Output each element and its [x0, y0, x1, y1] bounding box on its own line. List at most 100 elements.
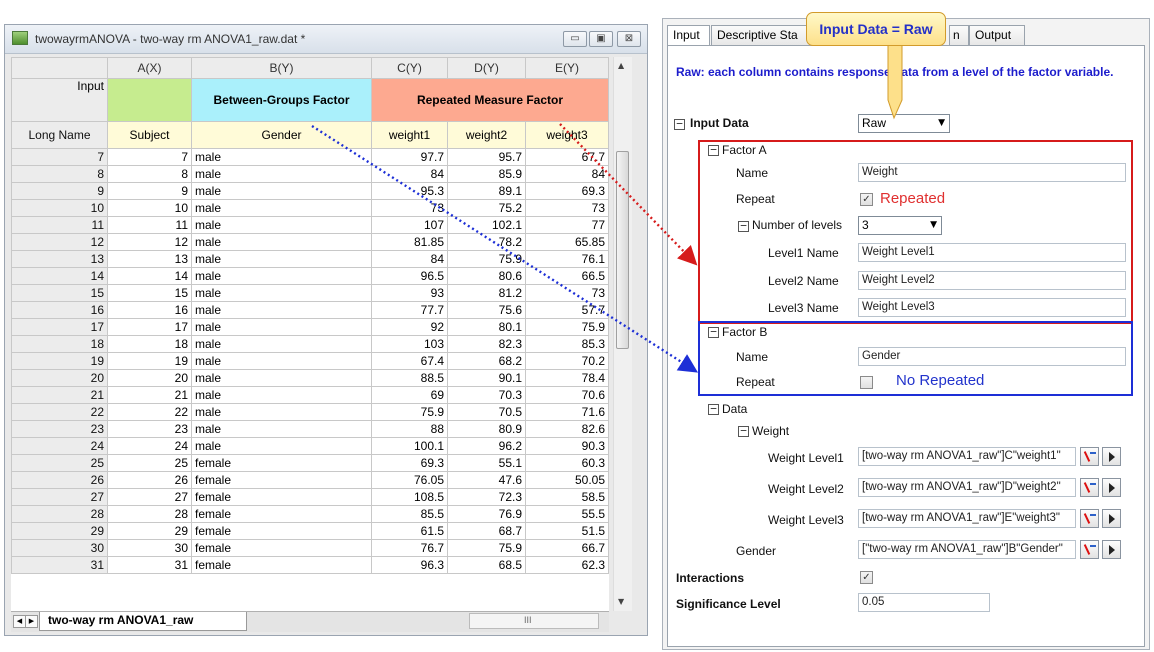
row-number[interactable]: 8: [11, 165, 108, 183]
weight1-cell[interactable]: 69.3: [371, 454, 448, 472]
row-number[interactable]: 30: [11, 539, 108, 557]
weight3-cell[interactable]: 67.7: [525, 148, 609, 166]
row-number[interactable]: 12: [11, 233, 108, 251]
row-number[interactable]: 29: [11, 522, 108, 540]
collapse-icon[interactable]: −: [674, 118, 685, 130]
weight3-cell[interactable]: 75.9: [525, 318, 609, 336]
subject-cell[interactable]: 28: [107, 505, 192, 523]
weight2-cell[interactable]: 80.6: [447, 267, 526, 285]
long-name-subject[interactable]: Subject: [107, 121, 192, 149]
row-number[interactable]: 24: [11, 437, 108, 455]
gender-cell[interactable]: male: [191, 250, 372, 268]
subject-cell[interactable]: 21: [107, 386, 192, 404]
gender-cell[interactable]: male: [191, 165, 372, 183]
collapse-icon[interactable]: −: [738, 220, 749, 232]
col-header-b[interactable]: B(Y): [191, 57, 372, 79]
subject-cell[interactable]: 7: [107, 148, 192, 166]
weight2-cell[interactable]: 95.7: [447, 148, 526, 166]
weight1-cell[interactable]: 96.3: [371, 556, 448, 574]
between-groups-factor-label[interactable]: Between-Groups Factor: [191, 78, 372, 122]
range-select-icon[interactable]: [1080, 478, 1099, 497]
subject-cell[interactable]: 11: [107, 216, 192, 234]
weight3-cell[interactable]: 70.2: [525, 352, 609, 370]
weight2-cell[interactable]: 80.1: [447, 318, 526, 336]
weight2-cell[interactable]: 80.9: [447, 420, 526, 438]
subject-cell[interactable]: 12: [107, 233, 192, 251]
scrollbar-thumb[interactable]: [616, 151, 629, 349]
level3-name-input[interactable]: Weight Level3: [858, 298, 1126, 317]
weight3-cell[interactable]: 73: [525, 199, 609, 217]
row-number[interactable]: 26: [11, 471, 108, 489]
subject-cell[interactable]: 17: [107, 318, 192, 336]
gender-cell[interactable]: female: [191, 522, 372, 540]
weight3-cell[interactable]: 65.85: [525, 233, 609, 251]
weight3-cell[interactable]: 62.3: [525, 556, 609, 574]
gender-cell[interactable]: female: [191, 488, 372, 506]
long-name-weight1[interactable]: weight1: [371, 121, 448, 149]
tab-input[interactable]: Input: [667, 25, 710, 46]
row-number[interactable]: 18: [11, 335, 108, 353]
weight3-cell[interactable]: 90.3: [525, 437, 609, 455]
weight1-cell[interactable]: 85.5: [371, 505, 448, 523]
factor-a-name-input[interactable]: Weight: [858, 163, 1126, 182]
weight2-cell[interactable]: 47.6: [447, 471, 526, 489]
gender-cell[interactable]: male: [191, 301, 372, 319]
row-number[interactable]: 28: [11, 505, 108, 523]
collapse-icon[interactable]: −: [708, 403, 719, 415]
row-number[interactable]: 21: [11, 386, 108, 404]
gender-cell[interactable]: male: [191, 182, 372, 200]
row-number[interactable]: 11: [11, 216, 108, 234]
col-header-a[interactable]: A(X): [107, 57, 192, 79]
weight3-cell[interactable]: 66.7: [525, 539, 609, 557]
weight3-cell[interactable]: 78.4: [525, 369, 609, 387]
range-input-level2[interactable]: [two-way rm ANOVA1_raw"]D"weight2": [858, 478, 1076, 497]
weight1-cell[interactable]: 75.9: [371, 403, 448, 421]
weight3-cell[interactable]: 82.6: [525, 420, 609, 438]
row-number[interactable]: 10: [11, 199, 108, 217]
minimize-button[interactable]: ▭: [563, 31, 587, 47]
row-number[interactable]: 13: [11, 250, 108, 268]
weight3-cell[interactable]: 71.6: [525, 403, 609, 421]
weight3-cell[interactable]: 73: [525, 284, 609, 302]
weight1-cell[interactable]: 81.85: [371, 233, 448, 251]
weight2-cell[interactable]: 75.9: [447, 539, 526, 557]
gender-cell[interactable]: male: [191, 352, 372, 370]
weight2-cell[interactable]: 75.2: [447, 199, 526, 217]
weight2-cell[interactable]: 96.2: [447, 437, 526, 455]
weight1-cell[interactable]: 69: [371, 386, 448, 404]
gender-cell[interactable]: female: [191, 454, 372, 472]
weight3-cell[interactable]: 51.5: [525, 522, 609, 540]
input-data-select[interactable]: Raw ▼: [858, 114, 950, 133]
weight1-cell[interactable]: 97.7: [371, 148, 448, 166]
weight3-cell[interactable]: 58.5: [525, 488, 609, 506]
sheet-next-icon[interactable]: ▶: [25, 615, 38, 628]
gender-cell[interactable]: male: [191, 233, 372, 251]
col-header-c[interactable]: C(Y): [371, 57, 448, 79]
weight2-cell[interactable]: 102.1: [447, 216, 526, 234]
range-input-level1[interactable]: [two-way rm ANOVA1_raw"]C"weight1": [858, 447, 1076, 466]
tab-output[interactable]: Output: [969, 25, 1025, 46]
range-menu-play-icon[interactable]: [1102, 509, 1121, 528]
weight2-cell[interactable]: 90.1: [447, 369, 526, 387]
gender-cell[interactable]: male: [191, 318, 372, 336]
row-number[interactable]: 31: [11, 556, 108, 574]
weight1-cell[interactable]: 88.5: [371, 369, 448, 387]
close-button[interactable]: ⊠: [617, 31, 641, 47]
worksheet-grid[interactable]: A(X) B(Y) C(Y) D(Y) E(Y) Input Between-G…: [11, 57, 609, 611]
subject-cell[interactable]: 10: [107, 199, 192, 217]
weight1-cell[interactable]: 61.5: [371, 522, 448, 540]
weight2-cell[interactable]: 76.9: [447, 505, 526, 523]
significance-level-input[interactable]: 0.05: [858, 593, 990, 612]
weight1-cell[interactable]: 96.5: [371, 267, 448, 285]
collapse-icon[interactable]: −: [708, 326, 719, 338]
subject-cell[interactable]: 31: [107, 556, 192, 574]
range-menu-play-icon[interactable]: [1102, 447, 1121, 466]
weight1-cell[interactable]: 84: [371, 250, 448, 268]
subject-cell[interactable]: 14: [107, 267, 192, 285]
weight1-cell[interactable]: 84: [371, 165, 448, 183]
row-number[interactable]: 19: [11, 352, 108, 370]
row-number[interactable]: 15: [11, 284, 108, 302]
level1-name-input[interactable]: Weight Level1: [858, 243, 1126, 262]
range-menu-play-icon[interactable]: [1102, 478, 1121, 497]
subject-cell[interactable]: 13: [107, 250, 192, 268]
